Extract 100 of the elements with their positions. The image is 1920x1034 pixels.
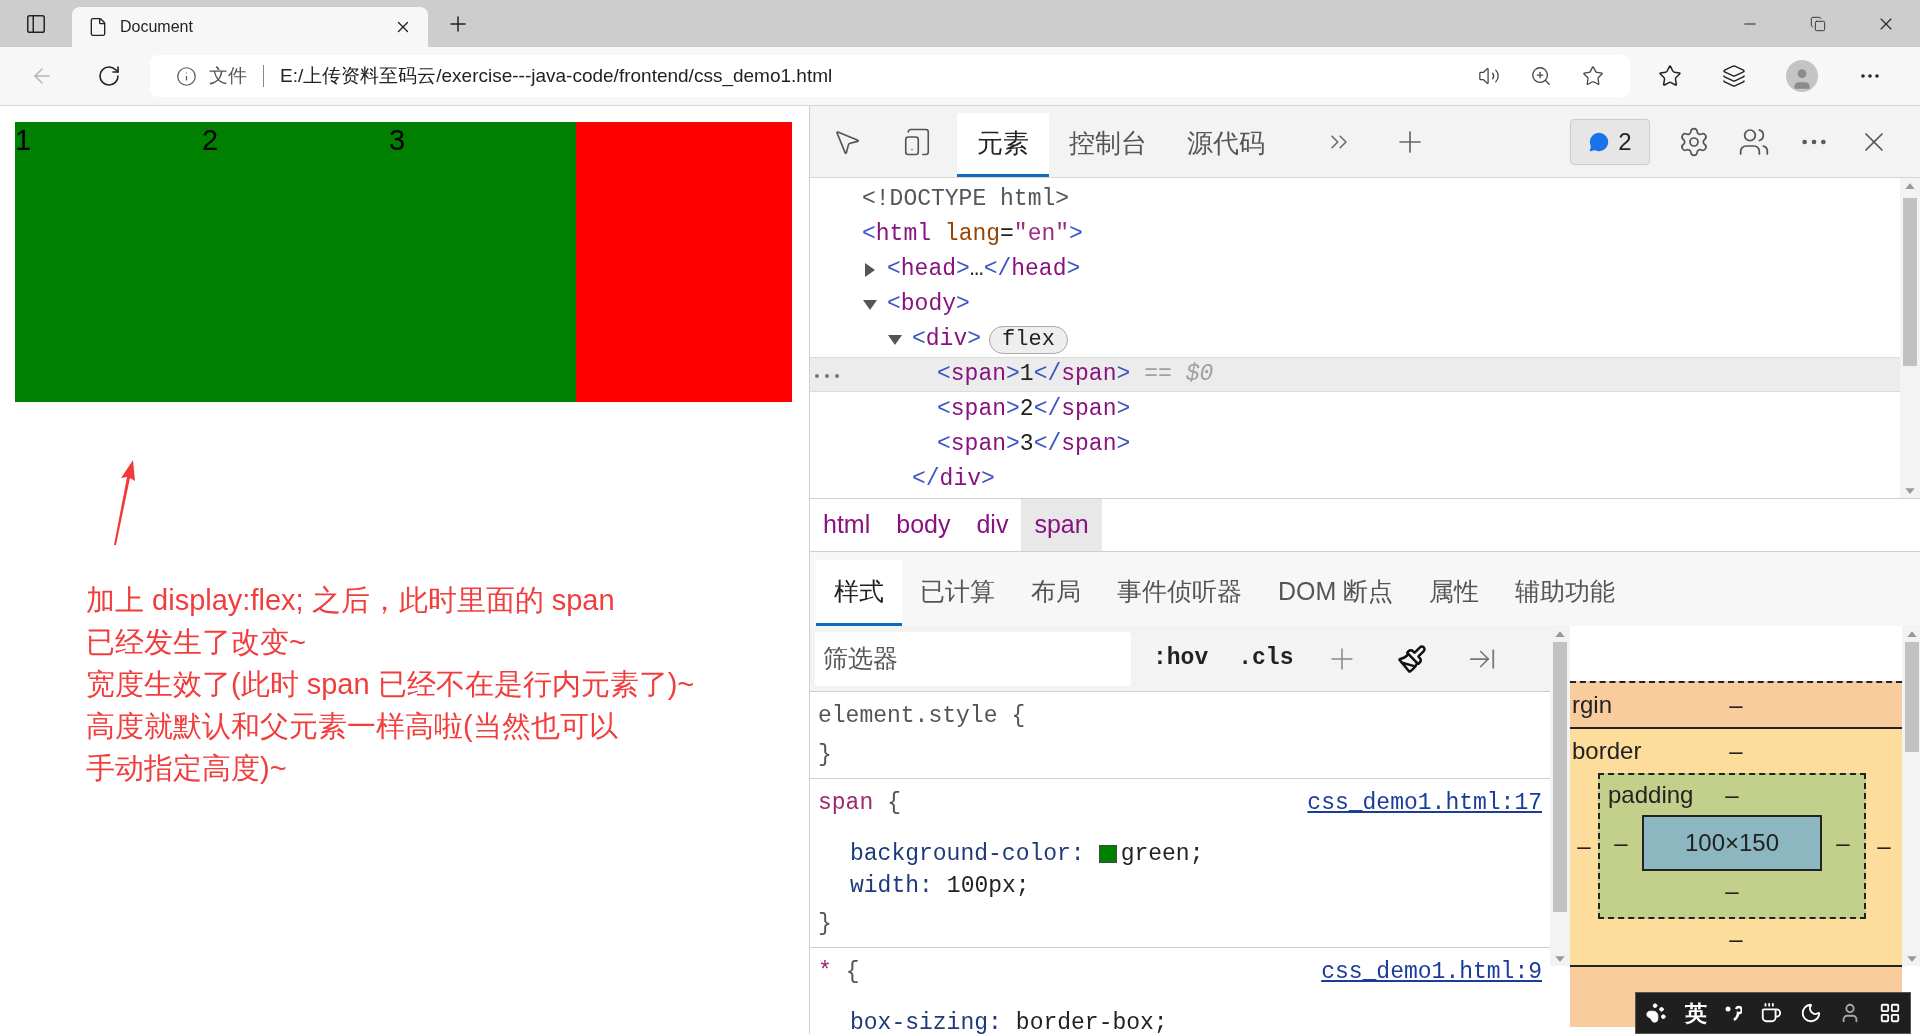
sidebar-tab[interactable]: 样式	[816, 560, 902, 626]
scrollbar[interactable]	[1900, 178, 1920, 498]
page-icon	[88, 17, 108, 37]
punctuation-icon[interactable]	[1724, 1003, 1743, 1023]
dom-tree-row[interactable]: <!DOCTYPE html>	[810, 182, 1900, 217]
dom-tree-row[interactable]: <span>2</span>	[810, 392, 1900, 427]
css-selector: *	[818, 958, 832, 987]
scroll-down-icon[interactable]	[1905, 487, 1915, 494]
issues-button[interactable]: 2	[1570, 118, 1650, 165]
paintbrush-icon[interactable]	[1397, 643, 1428, 674]
dom-node-code: <html lang="en">	[862, 220, 1083, 250]
favorites-icon[interactable]	[1658, 64, 1682, 88]
scroll-up-icon[interactable]	[1555, 630, 1565, 637]
dom-node-code: <span>2</span>	[937, 395, 1131, 425]
dom-tree-row[interactable]: <span>3</span>	[810, 427, 1900, 462]
moon-icon[interactable]	[1799, 1002, 1822, 1024]
breadcrumb[interactable]: div	[963, 499, 1022, 551]
breadcrumb[interactable]: span	[1021, 499, 1102, 551]
scrollbar[interactable]	[1550, 626, 1570, 966]
refresh-icon[interactable]	[97, 64, 121, 88]
content-box: 100×150	[1642, 815, 1822, 871]
dom-node-code: </div>	[912, 465, 995, 495]
box-value: –	[1576, 831, 1592, 861]
dom-tree-row[interactable]: <head>…</head>	[810, 252, 1900, 287]
css-property-name: width:	[850, 871, 933, 901]
box-value: –	[1835, 828, 1851, 858]
brace: }	[818, 741, 833, 770]
annotation-text: 高度就默认和父元素一样高啦(当然也可以	[86, 709, 619, 744]
sidebar-tab[interactable]: 事件侦听器	[1099, 560, 1260, 626]
add-favorite-icon[interactable]	[1582, 65, 1604, 87]
css-property-name: box-sizing:	[850, 1008, 1002, 1034]
toggle-button[interactable]: :hov	[1153, 641, 1209, 676]
panel-tab[interactable]: 源代码	[1167, 113, 1285, 177]
cup-icon[interactable]	[1759, 1002, 1782, 1024]
sidebar-tab[interactable]: 属性	[1411, 560, 1498, 626]
css-property-value: green;	[1120, 839, 1204, 869]
css-selector: span	[818, 789, 874, 818]
input-mode-label[interactable]: 英	[1684, 996, 1707, 1030]
sidebar-tab[interactable]: 布局	[1013, 560, 1099, 626]
box-label: rgin	[1571, 690, 1614, 720]
flex-item: 1	[15, 122, 202, 402]
collections-icon[interactable]	[1722, 64, 1746, 88]
settings-icon[interactable]	[1678, 125, 1710, 158]
device-icon[interactable]	[902, 126, 932, 157]
dom-node-code: <head>…</head>	[887, 255, 1081, 285]
restore-icon[interactable]	[1810, 15, 1826, 32]
tab-actions-icon[interactable]	[25, 12, 47, 35]
box-label: border	[1571, 736, 1643, 766]
css-selector: element.style	[818, 702, 998, 731]
dom-node-code: <span>3</span>	[937, 430, 1131, 460]
read-aloud-icon[interactable]	[1478, 65, 1500, 87]
annotation-text: 宽度生效了(此时 span 已经不在是行内元素了)~	[86, 667, 696, 702]
css-property-value: 100px;	[946, 871, 1030, 901]
panel-tab[interactable]: 控制台	[1049, 113, 1167, 177]
scroll-up-icon[interactable]	[1905, 182, 1915, 189]
brace: {	[845, 958, 860, 987]
css-property-value: border-box;	[1015, 1008, 1168, 1034]
breadcrumb[interactable]: body	[883, 499, 964, 551]
source-link[interactable]: css_demo1.html:9	[1321, 954, 1542, 991]
annotation-text: 已经发生了改变~	[86, 625, 307, 660]
breadcrumb[interactable]: html	[810, 499, 884, 551]
scrollbar[interactable]	[1902, 626, 1920, 966]
dom-node-code: <!DOCTYPE html>	[862, 185, 1070, 215]
css-property-name: background-color:	[850, 839, 1085, 869]
sidebar-tab[interactable]: 已计算	[902, 560, 1013, 626]
box-value: –	[1729, 690, 1743, 720]
box-value: –	[1613, 828, 1629, 858]
zoom-icon[interactable]	[1530, 65, 1552, 87]
info-icon[interactable]	[176, 65, 197, 87]
dom-node-code: <span>1</span>	[937, 360, 1131, 390]
sidebar-tab[interactable]: DOM 断点	[1260, 560, 1412, 626]
dom-tree-row[interactable]: <html lang="en">	[810, 217, 1900, 252]
color-swatch[interactable]	[1098, 845, 1117, 863]
box-value: –	[1725, 876, 1739, 906]
scroll-down-icon[interactable]	[1555, 955, 1565, 962]
toggle-button[interactable]: .cls	[1238, 641, 1294, 676]
profile-avatar[interactable]	[1786, 60, 1818, 92]
dom-tree-row[interactable]: </div>	[810, 462, 1900, 497]
flex-item: 3	[389, 122, 576, 402]
tab-title: Document	[120, 17, 194, 37]
flex-badge[interactable]: flex	[989, 325, 1068, 354]
dom-node-code: <body>	[887, 290, 970, 320]
box-value: –	[1876, 831, 1892, 861]
dots-icon[interactable]	[814, 373, 840, 379]
dom-tree-row[interactable]: <span>1</span> == $0	[810, 357, 1900, 392]
panel-tab[interactable]: 元素	[957, 113, 1049, 177]
paw-icon[interactable]	[1644, 1002, 1667, 1024]
dom-tree-row[interactable]: <div> flex	[810, 322, 1900, 357]
address-label: 文件	[209, 63, 247, 88]
selected-marker: == $0	[1144, 360, 1214, 390]
url-text: E:/上传资料至码云/exercise---java-code/frontend/css_demo1.html	[280, 63, 833, 89]
browser-tab[interactable]: Document	[72, 7, 428, 47]
filter-field[interactable]: 筛选器	[815, 631, 1131, 686]
dom-tree-row[interactable]: <body>	[810, 287, 1900, 322]
address-bar[interactable]: 文件 E:/上传资料至码云/exercise---java-code/frontend/css_demo1.html	[150, 55, 1630, 97]
sidebar-tab[interactable]: 辅助功能	[1497, 560, 1634, 626]
scroll-up-icon[interactable]	[1907, 630, 1917, 637]
source-link[interactable]: css_demo1.html:17	[1307, 785, 1542, 822]
grid-icon[interactable]	[1879, 1002, 1902, 1024]
scroll-down-icon[interactable]	[1907, 955, 1917, 962]
